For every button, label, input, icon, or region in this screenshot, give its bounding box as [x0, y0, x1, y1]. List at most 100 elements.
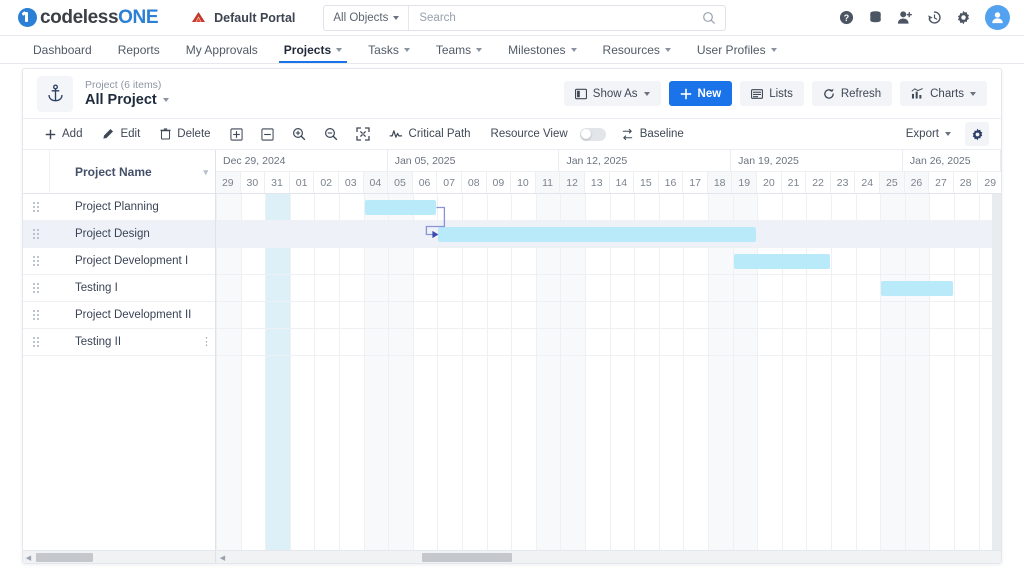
- day-label: 12: [566, 176, 578, 189]
- scroll-left-arrow-icon[interactable]: ◀: [23, 554, 34, 562]
- timeline-day-cell: 05: [388, 172, 413, 193]
- day-label: 25: [885, 176, 898, 189]
- timeline-day-cell: 12: [560, 172, 585, 193]
- nav-item-resources[interactable]: Resources: [590, 36, 684, 63]
- new-button[interactable]: New: [668, 81, 733, 106]
- history-icon[interactable]: [927, 10, 942, 25]
- zoom-in-button[interactable]: [283, 122, 315, 146]
- day-label: 27: [935, 176, 947, 189]
- export-button[interactable]: Export: [896, 122, 961, 146]
- scroll-left-arrow-icon[interactable]: ◀: [217, 554, 228, 562]
- header-actions: Show As New Lists Refresh Charts: [563, 81, 987, 106]
- timeline-day-cell: 08: [462, 172, 487, 193]
- delete-button-label: Delete: [177, 128, 211, 140]
- table-row[interactable]: Project Development II: [23, 302, 215, 329]
- drag-handle-icon[interactable]: [23, 310, 50, 320]
- critical-path-label: Critical Path: [408, 128, 471, 140]
- drag-handle-icon[interactable]: [23, 202, 50, 212]
- week-label-text: Jan 26, 2025: [909, 154, 971, 167]
- drag-handle-icon[interactable]: [23, 229, 50, 239]
- nav-item-user-profiles[interactable]: User Profiles: [684, 36, 790, 63]
- breadcrumb: Project (6 items): [85, 79, 162, 91]
- timeline-day-cell: 17: [683, 172, 708, 193]
- drag-handle-icon[interactable]: [23, 256, 50, 266]
- table-row[interactable]: Project Design: [23, 221, 215, 248]
- timeline-day-cell: 02: [314, 172, 339, 193]
- drag-handle-icon[interactable]: [23, 283, 50, 293]
- nav-item-label: My Approvals: [185, 42, 258, 57]
- chevron-down-icon: [393, 15, 400, 20]
- refresh-button[interactable]: Refresh: [811, 81, 893, 106]
- critical-path-button[interactable]: Critical Path: [379, 122, 481, 146]
- help-icon[interactable]: ?: [839, 10, 854, 25]
- baseline-button[interactable]: Baseline: [611, 122, 694, 146]
- scrollbar-thumb[interactable]: [36, 553, 93, 562]
- object-filter-dropdown[interactable]: All Objects: [324, 5, 410, 30]
- task-rows: Project Planning Project Design Project De…: [23, 194, 215, 356]
- delete-button[interactable]: Delete: [150, 122, 220, 146]
- table-row[interactable]: Testing I: [23, 275, 215, 302]
- day-label: 05: [394, 176, 406, 189]
- week-label-text: Jan 05, 2025: [394, 154, 456, 167]
- table-row[interactable]: Project Planning: [23, 194, 215, 221]
- settings-icon[interactable]: [956, 10, 971, 25]
- zoom-out-button[interactable]: [315, 122, 347, 146]
- chevron-down-icon: [970, 91, 976, 96]
- timeline-day-cell: 13: [585, 172, 610, 193]
- nav-item-my-approvals[interactable]: My Approvals: [173, 36, 271, 63]
- nav-item-tasks[interactable]: Tasks: [355, 36, 423, 63]
- chevron-down-icon: [770, 47, 777, 52]
- drag-handle-icon[interactable]: [23, 337, 50, 347]
- nav-item-reports[interactable]: Reports: [105, 36, 173, 63]
- fit-to-screen-button[interactable]: [347, 122, 379, 146]
- page-title: All Project: [85, 92, 169, 108]
- add-user-icon[interactable]: [897, 10, 913, 25]
- database-icon[interactable]: [868, 10, 883, 25]
- avatar[interactable]: [985, 5, 1010, 30]
- week-label-text: Jan 19, 2025: [738, 154, 799, 167]
- nav-item-label: Resources: [602, 42, 660, 57]
- show-as-button[interactable]: Show As: [563, 81, 661, 106]
- nav-item-teams[interactable]: Teams: [423, 36, 495, 63]
- page-title-text: All Project: [85, 92, 157, 108]
- expand-all-button[interactable]: [221, 122, 252, 146]
- portal-selector[interactable]: Default Portal: [190, 11, 295, 25]
- resource-view-toggle[interactable]: [579, 127, 606, 141]
- collapse-all-button[interactable]: [252, 122, 283, 146]
- add-button[interactable]: Add: [35, 122, 92, 146]
- sort-icon[interactable]: ▾: [203, 167, 208, 178]
- chevron-down-icon: [664, 47, 671, 52]
- timeline-day-cell: 14: [610, 172, 635, 193]
- day-label: 16: [664, 176, 677, 189]
- vertical-scrollbar[interactable]: [992, 194, 1001, 550]
- brand-logo[interactable]: codelessONE: [18, 7, 159, 29]
- day-label: 03: [344, 176, 357, 189]
- svg-text:?: ?: [844, 13, 849, 23]
- search-input[interactable]: [409, 11, 703, 24]
- table-row[interactable]: Testing II ⋮: [23, 329, 215, 356]
- task-name: Project Development II: [75, 309, 192, 321]
- handle-column-header: [23, 149, 50, 194]
- column-header-project-name[interactable]: Project Name ▾: [50, 165, 215, 179]
- timeline-day-cell: 21: [782, 172, 807, 193]
- edit-button[interactable]: Edit: [92, 122, 150, 146]
- nav-item-milestones[interactable]: Milestones: [495, 36, 589, 63]
- chevron-down-icon[interactable]: [162, 98, 169, 102]
- gantt-settings-button[interactable]: [965, 122, 989, 146]
- scrollbar-thumb[interactable]: [422, 553, 512, 562]
- nav-item-projects[interactable]: Projects: [271, 36, 355, 63]
- row-menu-icon[interactable]: ⋮: [201, 337, 212, 348]
- task-list-scrollbar[interactable]: ◀: [23, 550, 216, 563]
- search-icon[interactable]: [702, 11, 725, 25]
- table-row[interactable]: Project Development I: [23, 248, 215, 275]
- nav-item-dashboard[interactable]: Dashboard: [20, 36, 105, 63]
- charts-button[interactable]: Charts: [900, 81, 987, 106]
- global-search[interactable]: All Objects: [323, 4, 727, 31]
- timeline-scrollbar[interactable]: ◀: [217, 550, 1001, 563]
- day-label: 06: [418, 176, 431, 189]
- top-bar: codelessONE Default Portal All Objects S…: [0, 0, 1024, 36]
- day-label: 07: [443, 176, 455, 189]
- day-label: 23: [836, 176, 849, 189]
- lists-button[interactable]: Lists: [740, 81, 804, 106]
- add-button-label: Add: [62, 128, 83, 140]
